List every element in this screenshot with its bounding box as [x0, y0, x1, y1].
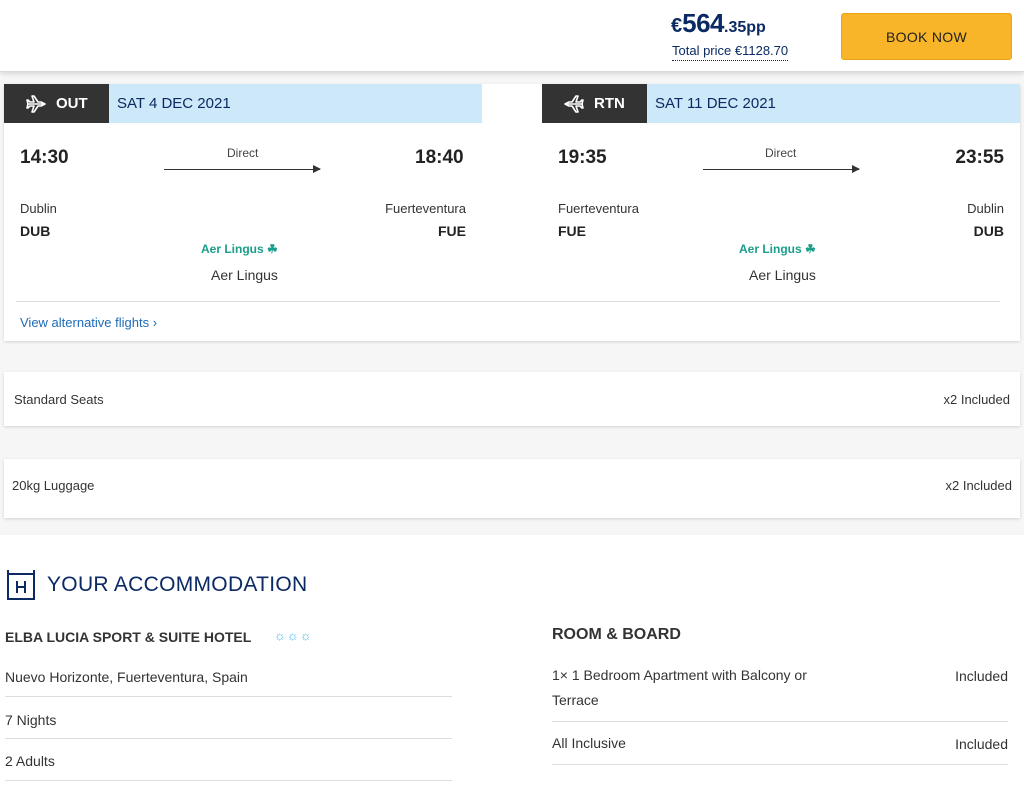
outbound-depart-time: 14:30 [20, 147, 69, 168]
price-header-bar: €564.35pp Total price €1128.70 BOOK NOW [0, 0, 1024, 72]
price-main: 564 [682, 8, 725, 38]
plane-return-icon [564, 94, 584, 113]
return-from-code: FUE [558, 223, 586, 239]
hotel-name: ELBA LUCIA SPORT & SUITE HOTEL [5, 629, 252, 645]
book-now-button[interactable]: BOOK NOW [841, 13, 1012, 60]
return-to-city: Dublin [967, 201, 1004, 216]
row-divider [5, 780, 452, 781]
accommodation-section: YOUR ACCOMMODATION ELBA LUCIA SPORT & SU… [0, 535, 1024, 788]
room-status: Included [955, 668, 1008, 684]
return-arrow [703, 165, 860, 173]
flights-card: OUT SAT 4 DEC 2021 RTN SAT 11 DEC 2021 1… [4, 84, 1020, 341]
aer-lingus-logo-text-return: Aer Lingus [739, 242, 802, 256]
outbound-date: SAT 4 DEC 2021 [109, 84, 482, 123]
price-fraction: .35pp [724, 19, 766, 36]
aer-lingus-logo: Aer Lingus ☘ [201, 242, 278, 256]
outbound-arrow [164, 165, 321, 173]
total-price-link[interactable]: Total price €1128.70 [672, 43, 789, 61]
extra-label: 20kg Luggage [12, 478, 95, 493]
return-to-code: DUB [973, 223, 1004, 239]
return-tag: RTN [542, 84, 647, 123]
return-depart-time: 19:35 [558, 147, 607, 168]
outbound-arrive-time: 18:40 [415, 147, 464, 168]
outbound-tag-label: OUT [56, 95, 88, 112]
accommodation-title: YOUR ACCOMMODATION [47, 573, 308, 596]
row-divider [5, 696, 452, 697]
return-header: RTN SAT 11 DEC 2021 [542, 84, 1020, 123]
outbound-header: OUT SAT 4 DEC 2021 [4, 84, 482, 123]
return-tag-label: RTN [594, 95, 625, 112]
return-airline: Aer Lingus [749, 267, 816, 283]
outbound-to-code: FUE [438, 223, 466, 239]
return-date: SAT 11 DEC 2021 [647, 84, 1020, 123]
flights-divider [16, 301, 1000, 302]
luggage-card: 20kg Luggage x2 Included [4, 459, 1020, 518]
row-divider [552, 721, 1008, 722]
plane-departure-icon [26, 94, 46, 113]
return-arrive-time: 23:55 [955, 147, 1004, 168]
stay-guests: 2 Adults [5, 753, 55, 769]
price-per-person: €564.35pp [671, 8, 766, 39]
hotel-rating-icon: ☼☼☼ [274, 628, 313, 643]
room-type: 1× 1 Bedroom Apartment with Balcony or T… [552, 667, 807, 708]
row-divider [5, 738, 452, 739]
outbound-from-code: DUB [20, 223, 51, 239]
hotel-location: Nuevo Horizonte, Fuerteventura, Spain [5, 669, 248, 685]
hotel-icon [7, 570, 35, 600]
extra-status: x2 Included [943, 392, 1011, 407]
return-from-city: Fuerteventura [558, 201, 639, 216]
board-type: All Inclusive [552, 735, 626, 751]
extra-label: Standard Seats [14, 392, 104, 407]
aer-lingus-logo-return: Aer Lingus ☘ [739, 242, 816, 256]
outbound-to-city: Fuerteventura [385, 201, 466, 216]
return-stops: Direct [765, 146, 797, 160]
outbound-from-city: Dublin [20, 201, 57, 216]
board-status: Included [955, 736, 1008, 752]
price-currency: € [671, 15, 683, 37]
outbound-stops: Direct [227, 146, 259, 160]
aer-lingus-logo-text: Aer Lingus [201, 242, 264, 256]
shamrock-icon: ☘ [805, 242, 816, 256]
view-alternative-flights-link[interactable]: View alternative flights › [20, 315, 157, 330]
stay-nights: 7 Nights [5, 712, 57, 728]
standard-seats-card: Standard Seats x2 Included [4, 372, 1020, 426]
shamrock-icon: ☘ [267, 242, 278, 256]
extra-status: x2 Included [945, 478, 1013, 493]
row-divider [552, 764, 1008, 765]
outbound-tag: OUT [4, 84, 109, 123]
room-board-title: ROOM & BOARD [552, 626, 681, 643]
outbound-airline: Aer Lingus [211, 267, 278, 283]
